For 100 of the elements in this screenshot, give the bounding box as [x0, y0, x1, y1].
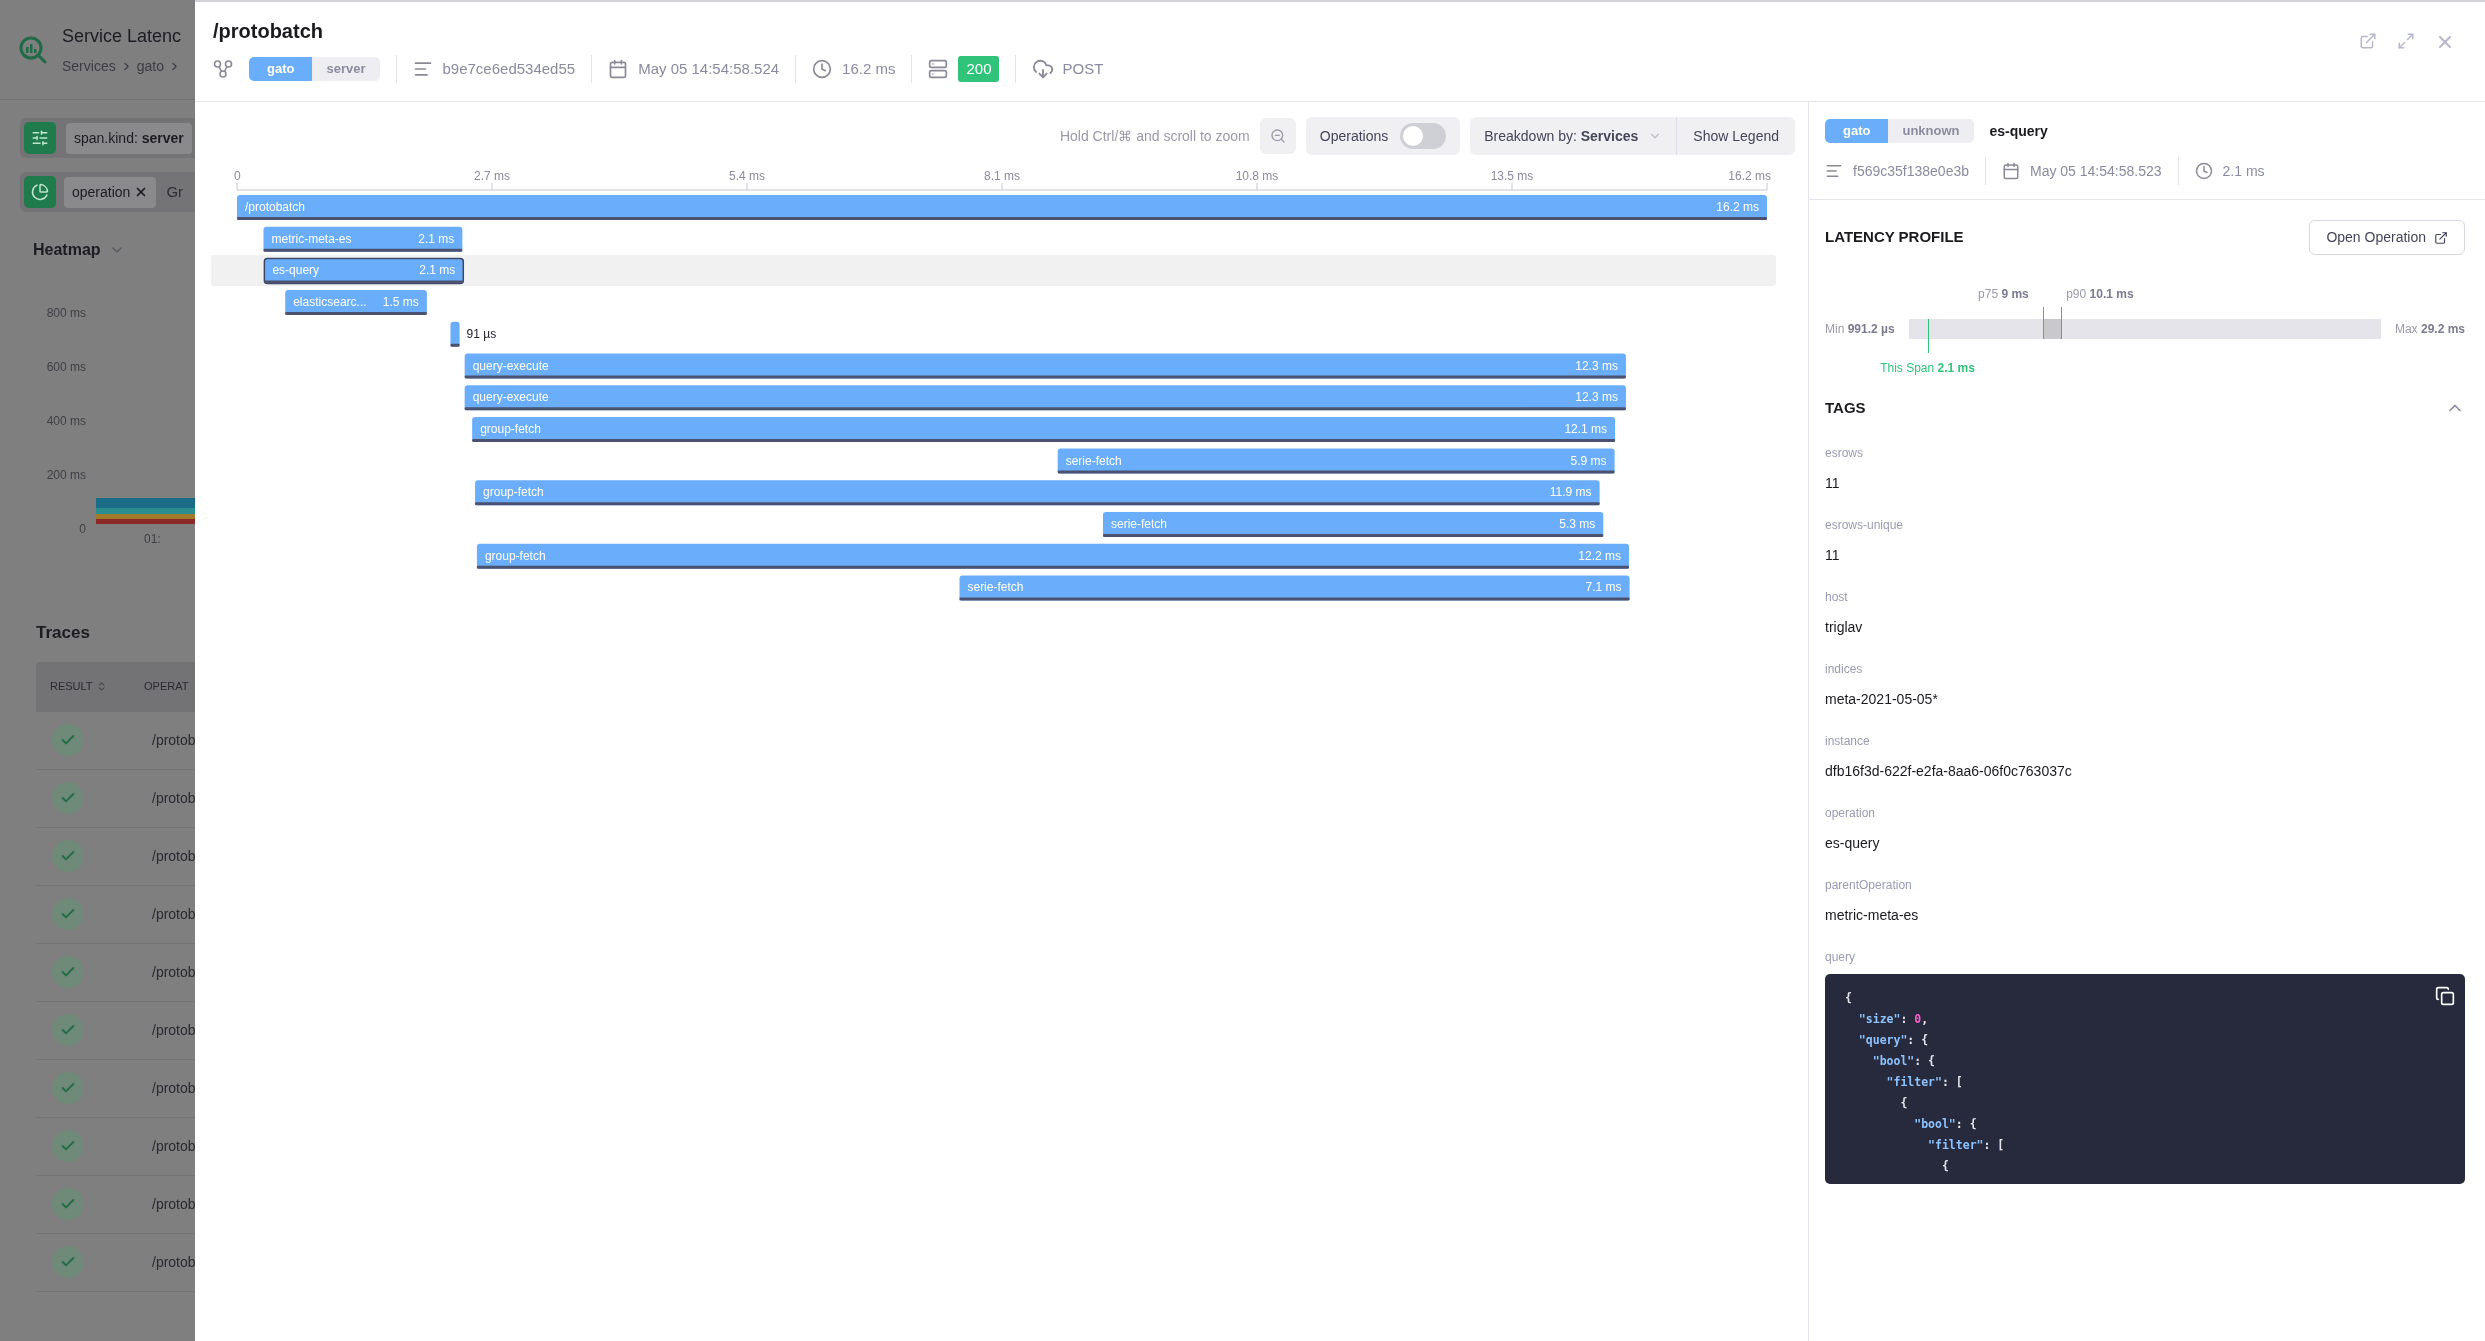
this-span-label: This Span 2.1 ms [1880, 360, 1975, 377]
section-title: LATENCY PROFILE [1825, 227, 1964, 248]
span-bar[interactable] [476, 543, 1629, 569]
span-bar[interactable] [472, 416, 1616, 442]
tag-value: meta-2021-05-05* [1825, 689, 1938, 708]
http-method: POST [1062, 58, 1104, 79]
trace-title: /protobatch [213, 19, 323, 44]
operation-name: es-query [1989, 121, 2048, 141]
table-cell-text: /protob [151, 1078, 195, 1098]
column-header[interactable]: RESULT [50, 678, 93, 695]
span-bar[interactable] [263, 257, 465, 285]
breadcrumb-link[interactable]: gato [136, 55, 164, 77]
column-header[interactable]: OPERAT [144, 678, 189, 695]
group-by-field[interactable]: Gr [164, 176, 186, 208]
axis-label: 600 ms [46, 359, 86, 376]
axis-tick-label: 10.8 ms [1235, 169, 1279, 183]
success-check-icon [52, 1072, 84, 1104]
span-duration: 16.2 ms [1716, 200, 1759, 214]
heatmap-title[interactable]: Heatmap [33, 238, 101, 262]
span-duration: 12.1 ms [1564, 421, 1608, 436]
trace-date: May 05 14:54:58.524 [638, 58, 780, 79]
table-cell-text: /protob [151, 1020, 195, 1040]
span-name: es-query [272, 263, 320, 278]
span-bar[interactable] [450, 321, 460, 347]
success-check-icon [52, 1188, 84, 1220]
service-tag: gato [1825, 119, 1889, 143]
sliders-icon [24, 122, 56, 154]
operations-toggle[interactable]: Operations [1305, 117, 1461, 155]
percentile-band [2042, 319, 2062, 339]
span-duration: 91 µs [466, 326, 497, 341]
axis-label: 0 [79, 521, 86, 538]
span-bar[interactable] [285, 290, 427, 316]
tag-value: 11 [1825, 473, 1840, 492]
tag-value: 11 [1825, 545, 1840, 564]
group-chip-label: operation [72, 182, 131, 202]
zoom-out-icon [1269, 128, 1286, 144]
show-legend-button[interactable]: Show Legend [1677, 117, 1795, 155]
cloud-download-icon [1032, 58, 1055, 80]
tag-value: es-query [1825, 833, 1880, 852]
span-bar[interactable] [464, 353, 1626, 379]
traces-title: Traces [36, 623, 90, 642]
code-line: "filter": [ [1885, 1073, 1963, 1091]
trace-id: b9e7ce6ed534ed55 [442, 58, 576, 79]
clock-icon [2194, 162, 2213, 180]
span-duration: 5.9 ms [1570, 453, 1607, 468]
span-duration: 2.1 ms [419, 263, 456, 278]
code-line: "bool": { [1913, 1115, 1977, 1133]
span-bar[interactable] [263, 226, 463, 252]
span-bar[interactable] [464, 385, 1626, 411]
span-name: metric-meta-es [271, 231, 352, 246]
logo-icon [18, 34, 48, 65]
span-date: May 05 14:54:58.523 [2030, 161, 2162, 181]
span-duration: 2.1 ms [418, 231, 455, 246]
table-cell-text: /protob [151, 904, 195, 924]
pie-chart-icon [24, 176, 56, 208]
copy-icon[interactable] [2435, 985, 2455, 1006]
tag-key: instance [1825, 733, 1870, 748]
axis-tick-label: 16.2 ms [1728, 169, 1771, 183]
code-line: { [1845, 989, 1852, 1007]
open-operation-button[interactable]: Open Operation [2309, 220, 2465, 255]
span-bar[interactable] [475, 480, 1600, 506]
table-cell-text: /protob [151, 788, 195, 808]
span-bar[interactable] [237, 195, 1767, 220]
success-check-icon [52, 782, 84, 814]
section-title: TAGS [1825, 398, 1866, 418]
min-latency: Min 991.2 µs [1825, 321, 1895, 338]
filter-chip[interactable]: span.kind: server [66, 122, 192, 154]
code-line: "size": 0, [1857, 1010, 1929, 1028]
code-line: { [1940, 1157, 1949, 1175]
external-link-icon [2434, 230, 2448, 245]
tag-key: parentOperation [1825, 877, 1912, 892]
axis-label: 400 ms [46, 413, 86, 430]
service-tag: unknown [1888, 119, 1974, 143]
span-name: /protobatch [245, 200, 306, 214]
span-duration: 12.2 ms [1578, 548, 1621, 563]
success-check-icon [52, 1130, 84, 1162]
success-check-icon [52, 956, 84, 988]
code-line: "bool": { [1871, 1052, 1936, 1070]
success-check-icon [52, 840, 84, 872]
breakdown-dropdown[interactable]: Breakdown by: Services [1470, 117, 1678, 155]
axis-tick-label: 13.5 ms [1490, 169, 1534, 183]
span-bar[interactable] [1057, 448, 1615, 474]
table-cell-text: /protob [151, 1252, 195, 1272]
span-duration: 12.3 ms [1575, 358, 1618, 373]
span-id-icon [1825, 162, 1843, 180]
span-bar[interactable] [1103, 512, 1604, 537]
span-name: elasticsearc... [293, 295, 367, 310]
span-name: serie-fetch [967, 580, 1024, 595]
tag-key: indices [1825, 661, 1863, 676]
span-duration: 5.3 ms [1559, 517, 1596, 531]
breadcrumb-link[interactable]: Services [62, 55, 116, 77]
p90-label: p90 10.1 ms [2065, 286, 2134, 303]
tag-value: dfb16f3d-622f-e2fa-8aa6-06f0c763037c [1825, 761, 2072, 780]
clock-icon [812, 59, 833, 79]
service-tag: server [312, 57, 380, 81]
tag-key: operation [1825, 805, 1876, 820]
span-bar[interactable] [959, 575, 1630, 601]
trace-id-icon [412, 59, 433, 79]
span-name: serie-fetch [1111, 517, 1167, 531]
table-cell-text: /protob [151, 846, 195, 866]
